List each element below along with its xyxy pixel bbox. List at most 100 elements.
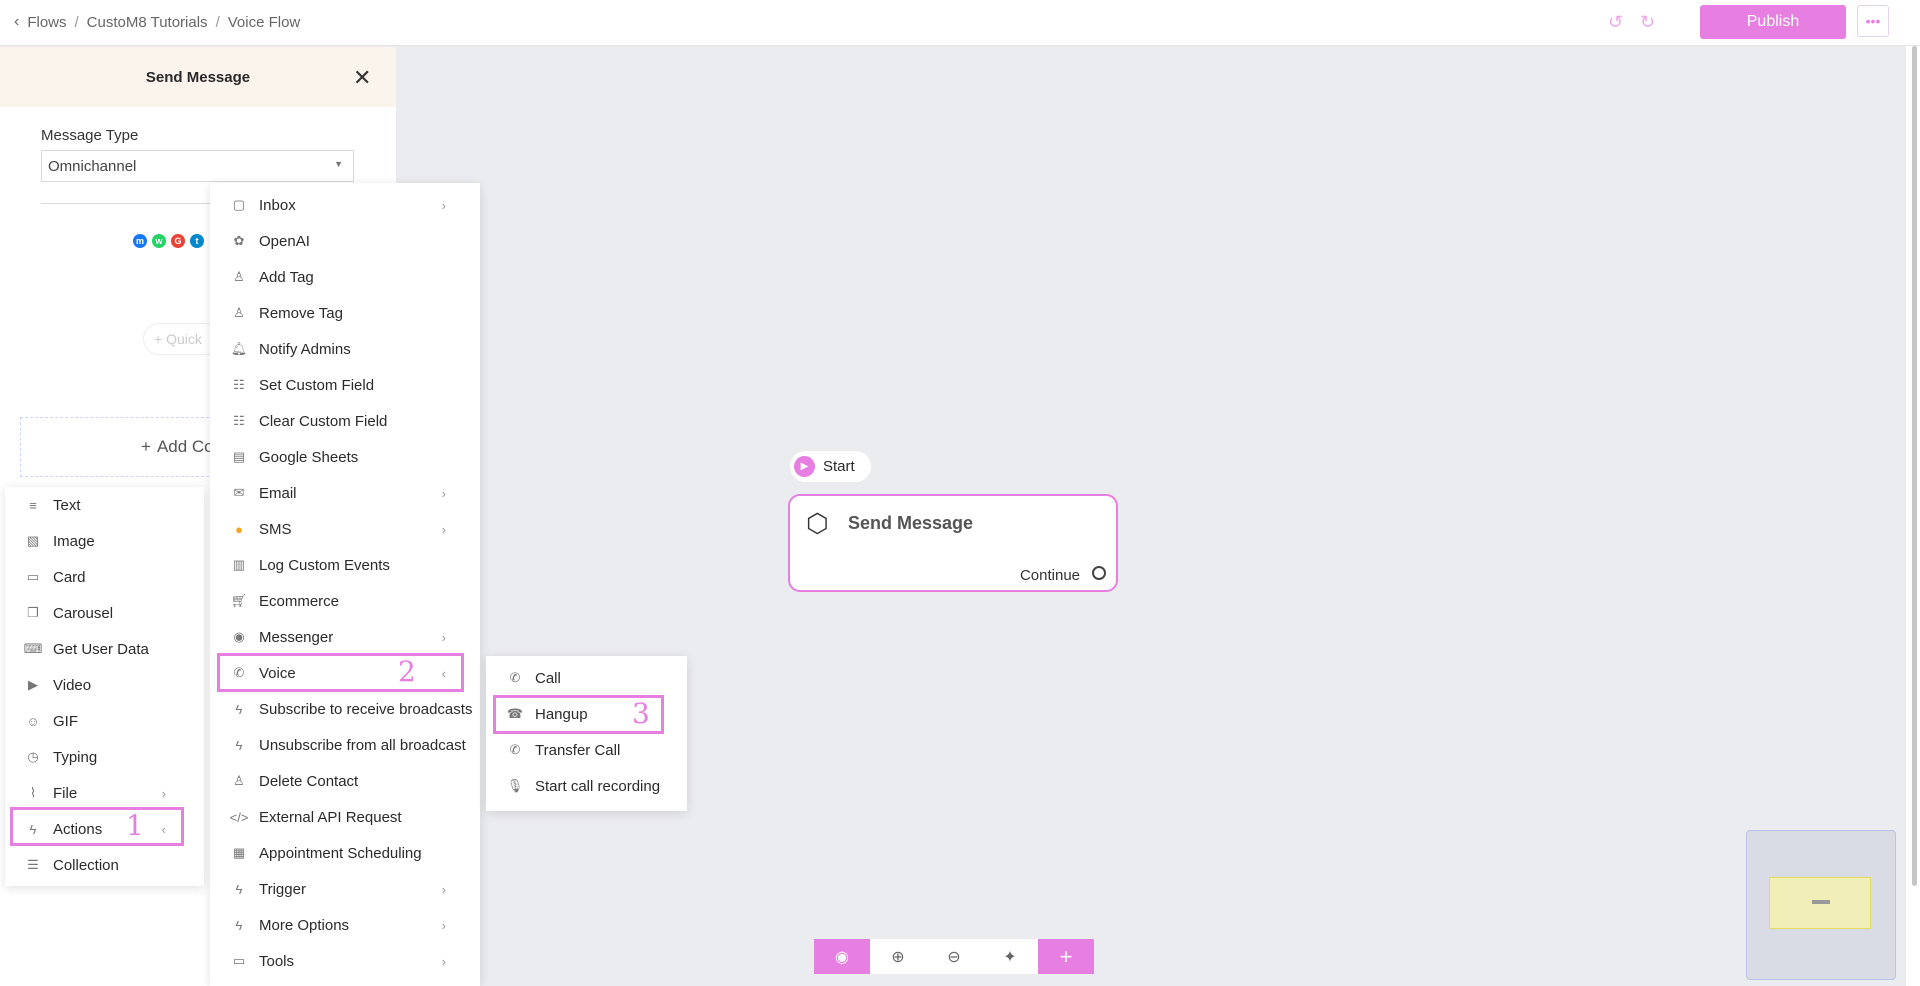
chevron-right-icon: › <box>441 197 446 213</box>
menu-item-carousel[interactable]: ❐ Carousel <box>5 595 204 631</box>
breadcrumb-flows[interactable]: Flows <box>27 14 66 31</box>
menu-item-external-api[interactable]: </> External API Request <box>210 799 480 835</box>
menu-item-delete-contact[interactable]: ♙ Delete Contact <box>210 763 480 799</box>
send-message-node[interactable]: ⬡ Send Message Continue <box>788 494 1118 592</box>
chevron-left-icon[interactable]: ‹ <box>14 13 19 31</box>
menu-item-ecommerce[interactable]: 🛒︎ Ecommerce <box>210 583 480 619</box>
paperclip-icon: ⌇ <box>29 785 37 800</box>
chevron-right-icon: › <box>441 629 446 645</box>
zoom-out-icon[interactable]: ⊖ <box>926 939 982 974</box>
menu-item-image[interactable]: ▧ Image <box>5 523 204 559</box>
sparkle-icon[interactable]: ✦ <box>982 939 1038 974</box>
menu-item-gif[interactable]: ☺ GIF <box>5 703 204 739</box>
menu-item-text[interactable]: ≡ Text <box>5 487 204 523</box>
zoom-in-icon[interactable]: ⊕ <box>870 939 926 974</box>
eye-icon[interactable]: ◉ <box>814 939 870 974</box>
menu-item-label: Google Sheets <box>259 448 359 466</box>
menu-item-add-tag[interactable]: ♙ Add Tag <box>210 259 480 295</box>
more-options-button[interactable]: ••• <box>1857 5 1889 37</box>
minimap[interactable] <box>1746 830 1896 980</box>
undo-icon[interactable]: ↺ <box>1608 12 1623 33</box>
menu-item-set-custom-field[interactable]: ☷ Set Custom Field <box>210 367 480 403</box>
top-bar: ‹ Flows / CustoM8 Tutorials / Voice Flow… <box>0 0 1920 46</box>
card-icon: ▭ <box>26 569 40 584</box>
menu-item-email[interactable]: ✉ Email › <box>210 475 480 511</box>
menu-item-more-options[interactable]: ϟ More Options › <box>210 907 480 943</box>
output-port[interactable] <box>1092 566 1106 580</box>
menu-item-trigger[interactable]: ϟ Trigger › <box>210 871 480 907</box>
database-icon: ☷ <box>233 413 245 428</box>
gif-icon: ☺ <box>26 713 40 729</box>
bolt-icon: ϟ <box>235 701 243 717</box>
bar-chart-icon: ▥ <box>232 557 246 572</box>
clock-icon: ◷ <box>27 749 39 764</box>
menu-item-video[interactable]: ▶ Video <box>5 667 204 703</box>
menu-item-clear-custom-field[interactable]: ☷ Clear Custom Field <box>210 403 480 439</box>
video-icon: ▶ <box>28 677 38 692</box>
breadcrumb-voice-flow: Voice Flow <box>227 13 301 31</box>
image-icon: ▧ <box>26 533 40 548</box>
message-type-label: Message Type <box>41 127 139 144</box>
menu-item-label: OpenAI <box>259 232 310 250</box>
user-tag-icon: ♙ <box>233 269 245 284</box>
carousel-icon: ❐ <box>27 605 39 620</box>
redo-icon[interactable]: ↻ <box>1640 12 1655 33</box>
menu-item-collection[interactable]: ☰ Collection <box>5 847 204 883</box>
close-icon[interactable]: ✕ <box>353 65 371 91</box>
menu-item-subscribe[interactable]: ϟ Subscribe to receive broadcasts <box>210 691 480 727</box>
menu-item-label: Messenger <box>259 628 334 646</box>
menu-item-label: Inbox <box>259 196 296 214</box>
keyboard-icon: ⌨ <box>23 641 43 656</box>
panel-header: Send Message ✕ <box>0 47 396 107</box>
menu-item-appointment[interactable]: ▦ Appointment Scheduling <box>210 835 480 871</box>
node-title: Send Message <box>848 513 974 533</box>
menu-item-get-user-data[interactable]: ⌨ Get User Data <box>5 631 204 667</box>
menu-item-label: Email <box>259 484 297 502</box>
menu-item-card[interactable]: ▭ Card <box>5 559 204 595</box>
menu-item-label: Collection <box>53 856 119 874</box>
step-number-2: 2 <box>398 655 416 688</box>
menu-item-sms[interactable]: ● SMS › <box>210 511 480 547</box>
menu-item-file[interactable]: ⌇ File › <box>5 775 204 811</box>
breadcrumb-tutorials[interactable]: CustoM8 Tutorials <box>87 14 208 31</box>
message-type-select[interactable]: Omnichannel ▼ <box>41 150 354 182</box>
breadcrumb: ‹ Flows / CustoM8 Tutorials / Voice Flow <box>14 13 300 31</box>
google-icon: G <box>171 234 185 248</box>
publish-button[interactable]: Publish <box>1700 5 1846 39</box>
menu-item-label: Get User Data <box>53 640 149 658</box>
chevron-right-icon: › <box>441 917 446 933</box>
menu-item-label: Start call recording <box>535 777 661 795</box>
menu-item-messenger[interactable]: ◉ Messenger › <box>210 619 480 655</box>
menu-item-call[interactable]: ✆ Call <box>486 660 687 696</box>
scrollbar-thumb[interactable] <box>1912 46 1917 886</box>
highlight-actions <box>10 807 184 846</box>
list-icon: ☰ <box>27 857 39 872</box>
menu-item-remove-tag[interactable]: ♙ Remove Tag <box>210 295 480 331</box>
menu-item-label: Text <box>53 496 81 514</box>
database-icon: ☷ <box>233 377 245 392</box>
add-node-button[interactable]: + <box>1038 939 1094 974</box>
menu-item-openai[interactable]: ✿ OpenAI <box>210 223 480 259</box>
menu-item-log-custom-events[interactable]: ▥ Log Custom Events <box>210 547 480 583</box>
start-node[interactable]: ▶ Start <box>790 451 871 482</box>
minimap-node-bar <box>1812 900 1830 904</box>
menu-item-tools[interactable]: ▭ Tools › <box>210 943 480 979</box>
menu-item-notify-admins[interactable]: 🔔︎ Notify Admins <box>210 331 480 367</box>
menu-item-label: Log Custom Events <box>259 556 390 574</box>
telegram-icon: t <box>190 234 204 248</box>
actions-menu: ▢ Inbox › ✿ OpenAI ♙ Add Tag ♙ Remove Tag 🔔︎ N… <box>210 183 480 986</box>
node-continue-label: Continue <box>1019 567 1080 584</box>
menu-item-google-sheets[interactable]: ▤ Google Sheets <box>210 439 480 475</box>
calendar-icon: ▦ <box>232 845 246 860</box>
menu-item-unsubscribe[interactable]: ϟ Unsubscribe from all broadcast <box>210 727 480 763</box>
menu-item-label: Delete Contact <box>259 772 359 790</box>
minimap-node <box>1769 877 1871 929</box>
menu-item-label: Tools <box>259 952 295 970</box>
menu-item-start-recording[interactable]: 🎙︎ Start call recording <box>486 768 687 804</box>
menu-item-typing[interactable]: ◷ Typing <box>5 739 204 775</box>
menu-item-label: Appointment Scheduling <box>259 844 422 862</box>
text-icon: ≡ <box>29 497 37 513</box>
icosahedron-icon: ⬡ <box>806 508 829 538</box>
menu-item-inbox[interactable]: ▢ Inbox › <box>210 187 480 223</box>
menu-item-transfer-call[interactable]: ✆ Transfer Call <box>486 732 687 768</box>
